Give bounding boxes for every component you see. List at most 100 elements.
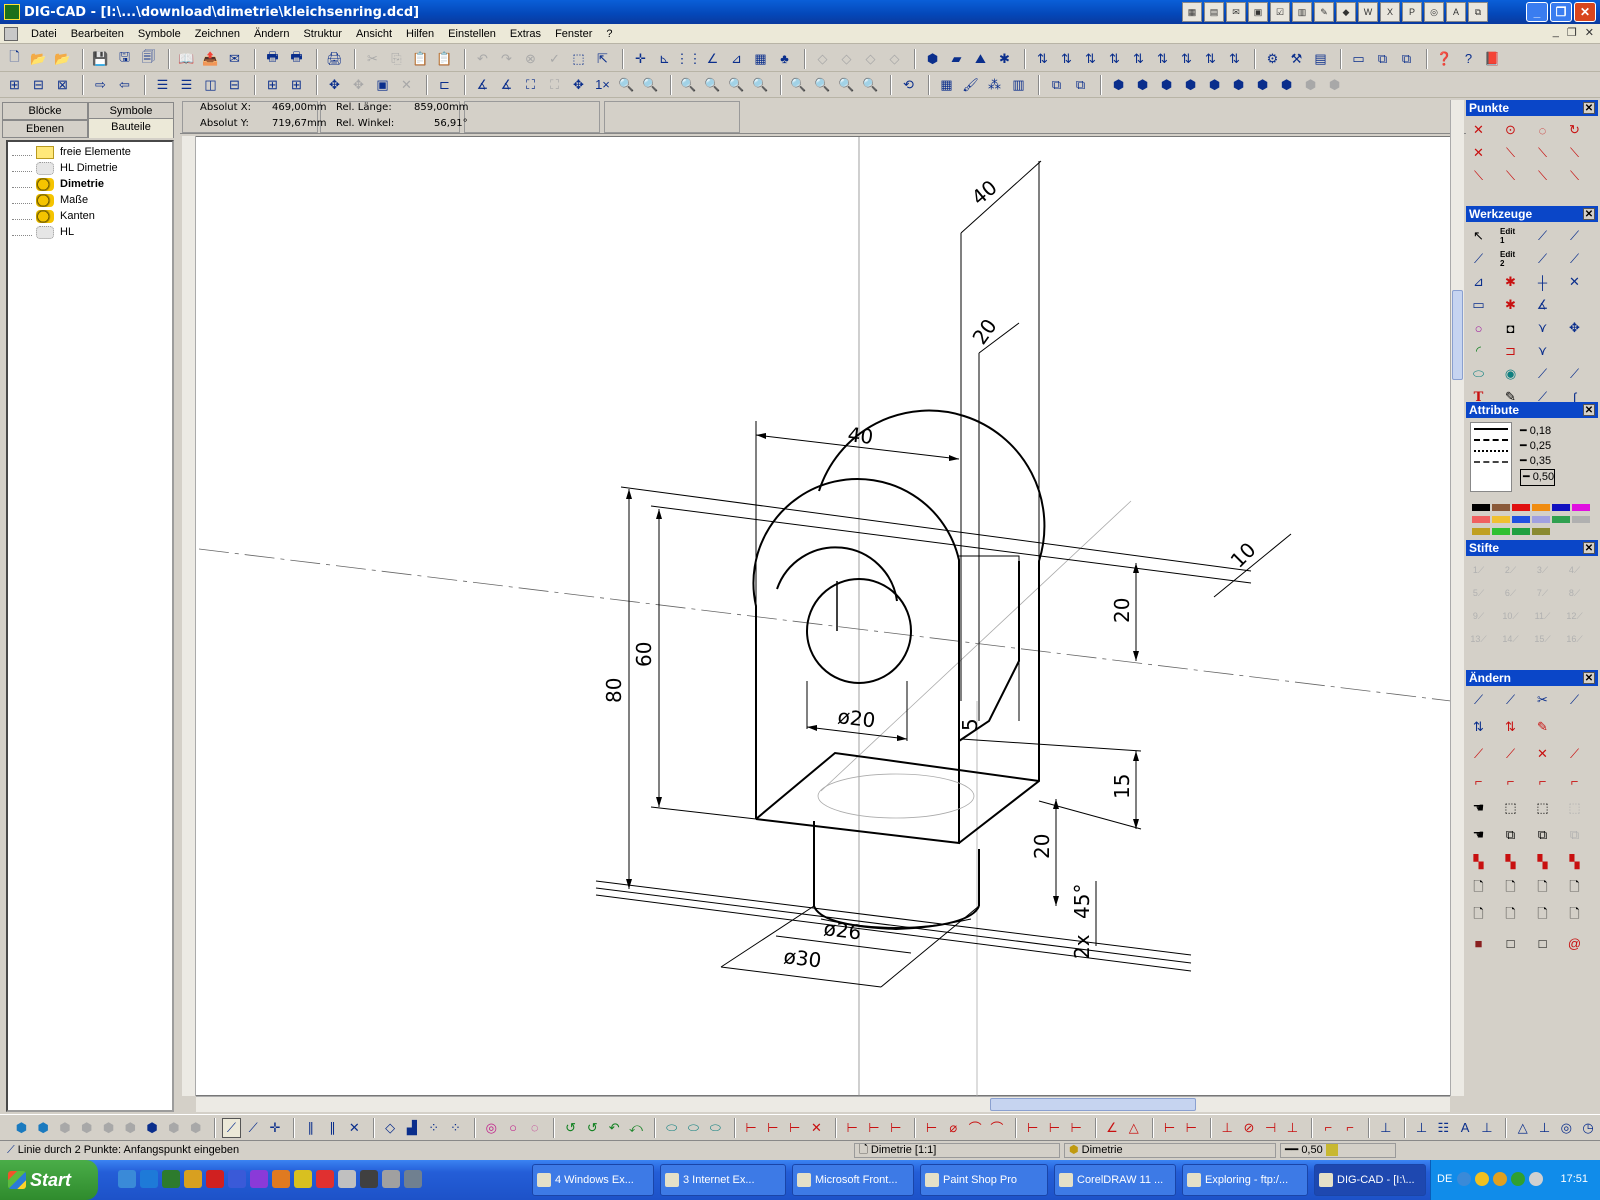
quick-icon[interactable]: ◎ <box>1424 2 1444 22</box>
pen-icon[interactable]: 1⟋ <box>1468 560 1489 580</box>
menu-struktur[interactable]: Struktur <box>296 28 349 40</box>
fillet-icon[interactable]: ⌐ <box>1532 771 1553 791</box>
cross-icon[interactable]: ┼ <box>1532 272 1553 292</box>
menu-hilfen[interactable]: Hilfen <box>399 28 441 40</box>
book-icon[interactable]: 📖 <box>176 49 197 69</box>
shape-icon[interactable]: ◇ <box>381 1118 400 1138</box>
align-icon[interactable]: ⇅ <box>1500 717 1521 737</box>
pencil-icon[interactable]: ✎ <box>1532 717 1553 737</box>
hatch-link-icon[interactable]: ◇ <box>884 49 905 69</box>
3d-box-icon[interactable]: ▰ <box>946 49 967 69</box>
symbol-icon[interactable]: △ <box>1513 1118 1532 1138</box>
taskbar-button[interactable]: 4 Windows Ex... <box>532 1164 654 1196</box>
line-point-icon[interactable]: ⟍ <box>1532 143 1553 163</box>
dimension-icon[interactable]: ⊢ <box>865 1118 884 1138</box>
plot-icon[interactable]: 🖨 <box>324 49 345 69</box>
cancel-icon[interactable]: ⊗ <box>520 49 541 69</box>
cut-icon[interactable]: ✂ <box>362 49 383 69</box>
move-icon[interactable]: ✥ <box>324 75 345 95</box>
trim-icon[interactable]: ⟋ <box>1500 744 1521 764</box>
component-icon[interactable]: ⬢ <box>1108 75 1129 95</box>
arc-dim-icon[interactable]: ⌒ <box>987 1118 1006 1138</box>
mail-icon[interactable]: ✉ <box>224 49 245 69</box>
delete-icon[interactable]: ✕ <box>396 75 417 95</box>
dimension-icon[interactable]: ⊢ <box>922 1118 941 1138</box>
paint-icon[interactable]: 🖌 <box>960 75 981 95</box>
cross-trim-icon[interactable]: ✕ <box>1532 744 1553 764</box>
hatch-edit-icon[interactable]: ◇ <box>836 49 857 69</box>
component-icon[interactable]: ⬢ <box>1228 75 1249 95</box>
parallel-icon[interactable]: ∥ <box>301 1118 320 1138</box>
select-box-icon[interactable]: ⬚ <box>1500 798 1521 818</box>
quick-icon[interactable]: ▣ <box>1248 2 1268 22</box>
point-tool-icon[interactable]: ✱ <box>1500 272 1521 292</box>
properties-icon[interactable]: ▦ <box>936 75 957 95</box>
modify-icon[interactable]: ⟋ <box>1564 690 1585 710</box>
close-icon[interactable]: ✕ <box>1583 672 1595 684</box>
menu-bearbeiten[interactable]: Bearbeiten <box>64 28 131 40</box>
color-swatch[interactable] <box>1552 504 1570 511</box>
start-button[interactable]: Start <box>0 1160 98 1200</box>
quick-icon[interactable]: A <box>1446 2 1466 22</box>
window-cascade-icon[interactable]: ⧉ <box>1396 49 1417 69</box>
move-block-icon[interactable]: ▚ <box>1564 852 1585 872</box>
dimension-tool-icon[interactable]: ⊐ <box>1500 341 1521 361</box>
hand-icon[interactable]: ☚ <box>1468 825 1489 845</box>
bug-tool-icon[interactable]: ✱ <box>994 49 1015 69</box>
undo-icon[interactable]: ↶ <box>472 49 493 69</box>
horizontal-scrollbar[interactable] <box>196 1096 1450 1112</box>
pen-icon[interactable]: 10⟋ <box>1500 606 1521 626</box>
quick-launch-icon[interactable] <box>360 1170 378 1188</box>
pen-icon[interactable]: 14⟋ <box>1500 629 1521 649</box>
color-swatch[interactable] <box>1492 528 1510 535</box>
line-point-icon[interactable]: ⟍ <box>1468 166 1489 186</box>
group-remove-icon[interactable]: ⊠ <box>52 75 73 95</box>
close-icon[interactable]: ✕ <box>1583 542 1595 554</box>
circle-icon[interactable]: ◌ <box>525 1118 544 1138</box>
layer-edit-icon[interactable]: ⧉ <box>1070 75 1091 95</box>
quick-launch-icon[interactable] <box>404 1170 422 1188</box>
line-style-dashdot[interactable] <box>1474 461 1508 463</box>
circle-icon[interactable]: ○ <box>504 1118 523 1138</box>
snap-angle-icon[interactable]: ∡ <box>472 75 493 95</box>
pen-icon[interactable]: 11⟋ <box>1532 606 1553 626</box>
symbol-icon[interactable]: ⊘ <box>1240 1118 1259 1138</box>
snap-icon[interactable]: ⊿ <box>726 49 747 69</box>
component-icon[interactable]: ⬢ <box>1204 75 1225 95</box>
grid-icon[interactable]: ⋮⋮ <box>676 49 702 69</box>
arrow-right-icon[interactable]: ⇨ <box>90 75 111 95</box>
crosshair-icon[interactable]: ✛ <box>630 49 651 69</box>
window-icon[interactable]: ▭ <box>1348 49 1369 69</box>
copy-box-icon[interactable]: ⧉ <box>1564 825 1585 845</box>
select-arrow-icon[interactable]: ↖ <box>1468 226 1489 246</box>
symbol-icon[interactable]: ◷ <box>1579 1118 1598 1138</box>
dimension-icon[interactable]: ⊢ <box>742 1118 761 1138</box>
pen-icon[interactable]: 5⟋ <box>1468 583 1489 603</box>
save-as-icon[interactable]: 🖫 <box>114 49 135 69</box>
symbol-icon[interactable]: ⌐ <box>1319 1118 1338 1138</box>
pen-icon[interactable]: 3⟋ <box>1532 560 1553 580</box>
component-icon[interactable]: ⬢ <box>1276 75 1297 95</box>
menu-einstellen[interactable]: Einstellen <box>441 28 503 40</box>
document-icon[interactable] <box>4 26 18 41</box>
line-point-icon[interactable]: ⟍ <box>1500 166 1521 186</box>
tray-icon[interactable] <box>1511 1172 1525 1186</box>
taskbar-button[interactable]: Microsoft Front... <box>792 1164 914 1196</box>
3d-box-icon[interactable]: ⬢ <box>56 1118 75 1138</box>
doc-icon[interactable]: 🗋 <box>1500 906 1521 926</box>
paste-icon[interactable]: 📋 <box>410 49 431 69</box>
menu-ansicht[interactable]: Ansicht <box>349 28 399 40</box>
line-point-icon[interactable]: ⟍ <box>1500 143 1521 163</box>
arc-icon[interactable]: ◜ <box>1468 341 1489 361</box>
doc-icon[interactable]: 🗋 <box>1468 906 1489 926</box>
symbol-icon[interactable]: A <box>1456 1118 1475 1138</box>
tools-icon[interactable]: ⚒ <box>1286 49 1307 69</box>
open-recent-icon[interactable]: 📂 <box>52 49 73 69</box>
symbol-icon[interactable]: ⊥ <box>1218 1118 1237 1138</box>
pen-icon[interactable]: 9⟋ <box>1468 606 1489 626</box>
zoom-window-icon[interactable]: ⛶ <box>544 75 565 95</box>
hatch-icon[interactable]: ◇ <box>812 49 833 69</box>
block-tool-icon[interactable]: ⇅ <box>1032 49 1053 69</box>
color-swatch[interactable] <box>1532 516 1550 523</box>
component-icon[interactable]: ⬢ <box>1156 75 1177 95</box>
